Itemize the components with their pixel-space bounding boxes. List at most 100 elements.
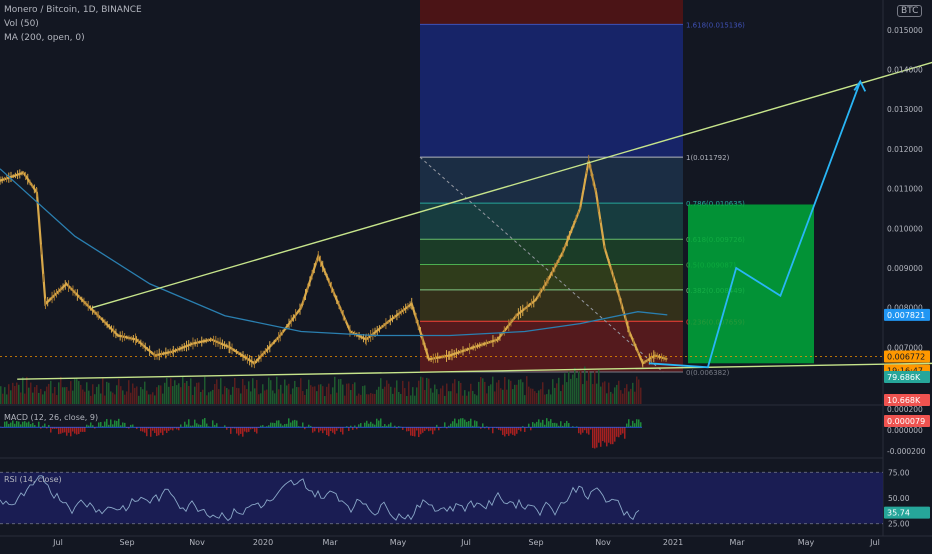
volume-bar [638, 379, 640, 404]
volume-bar [306, 389, 308, 404]
currency-badge[interactable]: BTC [897, 5, 922, 17]
macd-bar [424, 427, 426, 431]
volume-bar [562, 385, 564, 404]
volume-bar [198, 382, 200, 404]
volume-bar [364, 385, 366, 404]
volume-bar [196, 383, 198, 404]
macd-bar [416, 427, 418, 430]
macd-bar [236, 427, 238, 433]
macd-bar [588, 427, 590, 434]
volume-bar [10, 390, 12, 404]
macd-bar [578, 427, 580, 433]
macd-bar [140, 427, 142, 431]
volume-bar [52, 393, 54, 404]
volume-bar [530, 388, 532, 404]
volume-bar [388, 384, 390, 404]
volume-bar [120, 386, 122, 404]
macd-bar [434, 427, 436, 430]
macd-bar [542, 420, 544, 427]
volume-bar [490, 384, 492, 404]
macd-bar [98, 422, 100, 427]
volume-bar [90, 396, 92, 404]
macd-bar [238, 427, 240, 435]
macd-bar [420, 427, 422, 434]
volume-bar [210, 391, 212, 404]
macd-bar [286, 424, 288, 427]
volume-bar [606, 393, 608, 404]
volume-bar [82, 390, 84, 404]
macd-bar [348, 427, 350, 431]
fib-level-label: 1(0.011792) [686, 154, 730, 162]
fib-level-label: 1.618(0.015136) [686, 21, 745, 29]
macd-bar [474, 420, 476, 427]
volume-bar [36, 385, 38, 404]
volume-bar [528, 387, 530, 404]
volume-bar [494, 391, 496, 404]
volume-bar [356, 396, 358, 404]
ma-indicator-label[interactable]: MA (200, open, 0) [4, 33, 85, 43]
volume-bar [550, 394, 552, 404]
volume-bar [400, 394, 402, 404]
macd-bar [412, 427, 414, 436]
macd-bar [204, 418, 206, 427]
volume-bar [98, 384, 100, 404]
macd-bar [18, 422, 20, 428]
volume-bar [558, 378, 560, 404]
macd-bar [166, 427, 168, 433]
macd-bar [620, 427, 622, 435]
fib-extension-zone [420, 0, 683, 24]
macd-bar [520, 427, 522, 431]
volume-bar [72, 391, 74, 404]
volume-bar [288, 384, 290, 404]
volume-bar [66, 387, 68, 404]
volume-bar [270, 380, 272, 404]
price-tick-label: 0.010000 [887, 224, 923, 233]
volume-bar [474, 394, 476, 404]
rsi-value-label: 35.74 [887, 509, 910, 518]
volume-bar [2, 394, 4, 404]
volume-bar [264, 390, 266, 404]
macd-bar [610, 427, 612, 444]
macd-bar [4, 422, 6, 428]
time-tick-label: Sep [528, 538, 543, 547]
price-tick-label: 0.012000 [887, 145, 923, 154]
volume-bar [214, 384, 216, 404]
volume-bar [608, 383, 610, 404]
macd-bar [452, 421, 454, 427]
volume-bar [110, 391, 112, 404]
volume-bar [492, 377, 494, 404]
macd-bar [144, 427, 146, 432]
macd-bar [556, 423, 558, 427]
macd-bar [458, 419, 460, 427]
macd-bar [154, 427, 156, 433]
macd-bar [528, 424, 530, 428]
volume-bar [326, 387, 328, 404]
volume-bar [532, 389, 534, 404]
macd-bar [320, 427, 322, 430]
macd-bar [150, 427, 152, 437]
time-tick-label: 2021 [663, 538, 683, 547]
volume-indicator-label[interactable]: Vol (50) [4, 19, 39, 29]
volume-bar [426, 378, 428, 404]
volume-bar [424, 390, 426, 404]
macd-bar [584, 427, 586, 430]
macd-bar [370, 422, 372, 427]
volume-bar [540, 389, 542, 404]
volume-bar [402, 381, 404, 404]
macd-bar [408, 427, 410, 431]
volume-bar [544, 395, 546, 404]
macd-bar [540, 423, 542, 428]
volume-bar [330, 394, 332, 404]
price-tick-label: 0.011000 [887, 185, 923, 194]
volume-bar [314, 386, 316, 404]
chart-stage[interactable]: 0(0.006382)0.236(0.007659)0.382(0.008449… [0, 0, 932, 550]
macd-bar [78, 427, 80, 434]
price-chart[interactable]: 0(0.006382)0.236(0.007659)0.382(0.008449… [0, 0, 932, 550]
volume-bar [386, 380, 388, 404]
macd-bar [146, 427, 148, 436]
volume-bar [614, 387, 616, 404]
macd-bar [336, 427, 338, 431]
macd-bar [322, 427, 324, 433]
macd-bar [314, 427, 316, 431]
volume-bar [30, 383, 32, 404]
